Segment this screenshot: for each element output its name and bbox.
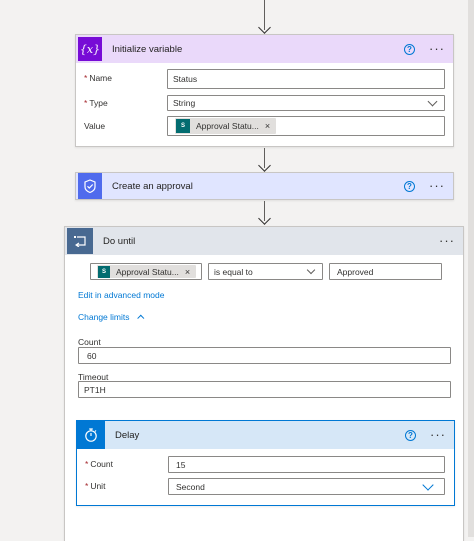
more-options-icon[interactable]: ··· bbox=[439, 234, 455, 247]
sharepoint-icon: S bbox=[98, 265, 110, 278]
change-limits-link[interactable]: Change limits bbox=[78, 312, 145, 322]
create-approval-title: Create an approval bbox=[112, 180, 193, 192]
more-options-icon[interactable]: ··· bbox=[429, 42, 445, 55]
type-dropdown-value: String bbox=[173, 98, 196, 108]
count-value: 60 bbox=[87, 350, 97, 361]
scrollbar[interactable] bbox=[468, 0, 474, 537]
delay-count-value: 15 bbox=[176, 459, 186, 470]
chevron-down-icon bbox=[427, 96, 438, 107]
connector-arrow-icon bbox=[257, 159, 271, 172]
timeout-field[interactable]: PT1H bbox=[78, 381, 451, 398]
remove-token-icon[interactable]: × bbox=[265, 121, 270, 131]
timeout-value: PT1H bbox=[84, 384, 106, 395]
do-until-title: Do until bbox=[103, 235, 136, 247]
delay-count-field[interactable]: 15 bbox=[168, 456, 445, 473]
do-until-header[interactable]: Do until ··· bbox=[65, 227, 463, 255]
more-options-icon[interactable]: ··· bbox=[429, 179, 445, 192]
count-label: Count bbox=[78, 337, 101, 347]
name-label: * Name bbox=[84, 73, 112, 83]
delay-header[interactable]: Delay ? ··· bbox=[77, 421, 454, 449]
help-icon[interactable]: ? bbox=[405, 429, 416, 441]
chevron-down-icon bbox=[306, 265, 316, 275]
approval-icon bbox=[78, 173, 102, 199]
connector-arrow-icon bbox=[257, 21, 271, 34]
type-dropdown[interactable]: String bbox=[167, 95, 445, 111]
compare-value-field[interactable]: Approved bbox=[329, 263, 442, 280]
token-label: Approval Statu... bbox=[196, 121, 259, 131]
chevron-up-icon bbox=[137, 314, 145, 322]
initialize-variable-title: Initialize variable bbox=[112, 43, 183, 55]
help-icon[interactable]: ? bbox=[404, 43, 415, 55]
value-field[interactable]: S Approval Statu... × bbox=[167, 116, 445, 136]
delay-card: Delay ? ··· * Count 15 * Unit Second bbox=[76, 420, 455, 506]
count-field[interactable]: 60 bbox=[78, 347, 451, 364]
name-field-value: Status bbox=[173, 74, 198, 84]
connector-arrow-icon bbox=[257, 212, 271, 225]
stopwatch-icon bbox=[77, 421, 105, 449]
delay-title: Delay bbox=[115, 429, 140, 441]
help-icon[interactable]: ? bbox=[404, 180, 415, 192]
type-label: * Type bbox=[84, 98, 108, 108]
delay-count-label: * Count bbox=[85, 459, 113, 469]
delay-unit-value: Second bbox=[176, 481, 205, 492]
initialize-variable-header[interactable]: {x} Initialize variable ? ··· bbox=[76, 35, 453, 63]
edit-advanced-mode-link[interactable]: Edit in advanced mode bbox=[78, 290, 164, 300]
approval-status-token[interactable]: S Approval Statu... × bbox=[97, 265, 197, 278]
condition-left-field[interactable]: S Approval Statu... × bbox=[90, 263, 202, 280]
name-field[interactable]: Status bbox=[167, 69, 445, 89]
compare-value-text: Approved bbox=[337, 266, 374, 277]
token-label: Approval Statu... bbox=[116, 266, 179, 277]
create-approval-card[interactable]: Create an approval ? ··· bbox=[75, 172, 454, 200]
more-options-icon[interactable]: ··· bbox=[430, 428, 446, 441]
do-until-card: Do until ··· S Approval Statu... × is eq… bbox=[64, 226, 464, 541]
delay-unit-label: * Unit bbox=[85, 481, 106, 491]
operator-value: is equal to bbox=[214, 266, 253, 277]
operator-dropdown[interactable]: is equal to bbox=[208, 263, 323, 280]
remove-token-icon[interactable]: × bbox=[185, 267, 190, 277]
delay-unit-dropdown[interactable]: Second bbox=[168, 478, 445, 495]
braces-x-icon: {x} bbox=[78, 37, 102, 61]
chevron-down-icon bbox=[422, 479, 434, 491]
approval-status-token[interactable]: S Approval Statu... × bbox=[175, 118, 277, 134]
sharepoint-icon: S bbox=[176, 119, 190, 133]
initialize-variable-card: {x} Initialize variable ? ··· * Name Stat… bbox=[75, 34, 454, 147]
loop-icon bbox=[67, 228, 93, 254]
create-approval-header[interactable]: Create an approval ? ··· bbox=[76, 173, 453, 199]
value-label: Value bbox=[84, 121, 106, 131]
